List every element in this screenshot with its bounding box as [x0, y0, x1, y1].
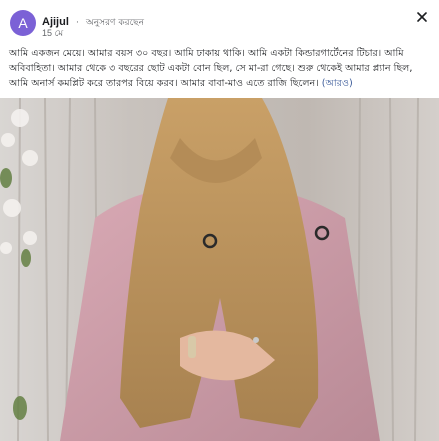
post-date[interactable]: 15 মে — [42, 26, 63, 41]
see-more-link[interactable]: (আরও) — [322, 78, 353, 89]
post-header: A Ajijul · অনুসরণ করছেন 15 মে — [0, 0, 439, 42]
post-body: আমি একজন মেয়ে। আমার বয়স ৩০ বছর। আমি ঢা… — [9, 46, 434, 91]
post-photo[interactable] — [0, 98, 439, 441]
following-label[interactable]: অনুসরণ করছেন — [86, 18, 144, 28]
avatar[interactable]: A — [10, 10, 36, 36]
post-card: A Ajijul · অনুসরণ করছেন 15 মে আমি একজন ম… — [0, 0, 439, 441]
close-icon[interactable] — [413, 8, 431, 26]
separator-dot: · — [75, 18, 79, 28]
